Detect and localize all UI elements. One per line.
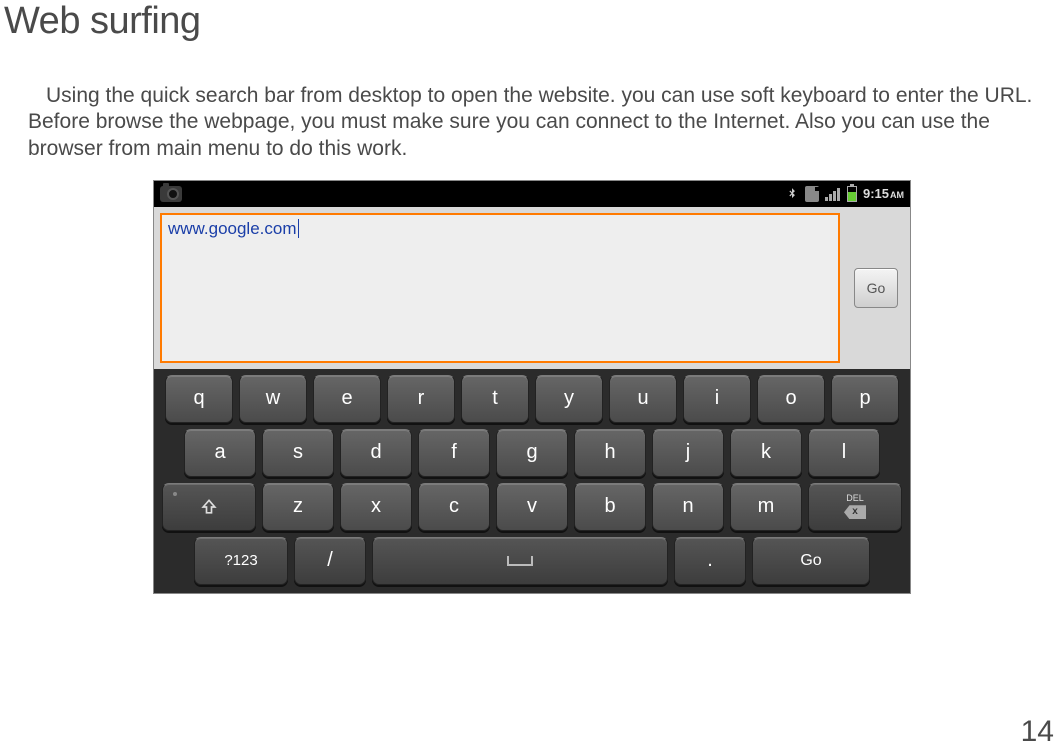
key-h[interactable]: h bbox=[574, 429, 646, 477]
key-u[interactable]: u bbox=[609, 375, 677, 423]
battery-icon bbox=[847, 186, 857, 202]
camera-icon bbox=[160, 186, 182, 202]
key-o[interactable]: o bbox=[757, 375, 825, 423]
page-number: 14 bbox=[1021, 715, 1054, 749]
key-s[interactable]: s bbox=[262, 429, 334, 477]
go-button[interactable]: Go bbox=[854, 268, 898, 308]
key-x[interactable]: x bbox=[340, 483, 412, 531]
key-v[interactable]: v bbox=[496, 483, 568, 531]
intro-text: Using the quick search bar from desktop … bbox=[28, 84, 1032, 160]
sd-card-icon bbox=[805, 186, 819, 202]
key-i[interactable]: i bbox=[683, 375, 751, 423]
intro-paragraph: Using the quick search bar from desktop … bbox=[0, 43, 1064, 162]
key-y[interactable]: y bbox=[535, 375, 603, 423]
key-g[interactable]: g bbox=[496, 429, 568, 477]
key-m[interactable]: m bbox=[730, 483, 802, 531]
key-delete[interactable]: DEL x bbox=[808, 483, 902, 531]
key-a[interactable]: a bbox=[184, 429, 256, 477]
key-l[interactable]: l bbox=[808, 429, 880, 477]
key-d[interactable]: d bbox=[340, 429, 412, 477]
key-r[interactable]: r bbox=[387, 375, 455, 423]
key-p[interactable]: p bbox=[831, 375, 899, 423]
key-c[interactable]: c bbox=[418, 483, 490, 531]
key-dot[interactable]: . bbox=[674, 537, 746, 585]
key-e[interactable]: e bbox=[313, 375, 381, 423]
signal-icon bbox=[825, 187, 841, 201]
key-z[interactable]: z bbox=[262, 483, 334, 531]
key-q[interactable]: q bbox=[165, 375, 233, 423]
key-w[interactable]: w bbox=[239, 375, 307, 423]
key-slash[interactable]: / bbox=[294, 537, 366, 585]
space-icon bbox=[507, 556, 533, 566]
bluetooth-icon bbox=[785, 187, 799, 201]
soft-keyboard: q w e r t y u i o p a s d f g h j k l bbox=[154, 369, 910, 593]
status-bar: 9:15AM bbox=[154, 181, 910, 207]
url-input[interactable]: www.google.com bbox=[160, 213, 840, 363]
key-space[interactable] bbox=[372, 537, 668, 585]
key-j[interactable]: j bbox=[652, 429, 724, 477]
page-title: Web surfing bbox=[0, 0, 1064, 43]
key-shift[interactable] bbox=[162, 483, 256, 531]
del-label: DEL bbox=[846, 494, 864, 503]
url-text: www.google.com bbox=[168, 219, 299, 238]
key-n[interactable]: n bbox=[652, 483, 724, 531]
key-k[interactable]: k bbox=[730, 429, 802, 477]
key-t[interactable]: t bbox=[461, 375, 529, 423]
clock: 9:15AM bbox=[863, 186, 904, 201]
url-area: www.google.com Go bbox=[154, 207, 910, 369]
key-b[interactable]: b bbox=[574, 483, 646, 531]
device-screenshot: 9:15AM www.google.com Go q w e r t y u i… bbox=[153, 180, 911, 594]
key-symbols[interactable]: ?123 bbox=[194, 537, 288, 585]
key-go[interactable]: Go bbox=[752, 537, 870, 585]
key-f[interactable]: f bbox=[418, 429, 490, 477]
